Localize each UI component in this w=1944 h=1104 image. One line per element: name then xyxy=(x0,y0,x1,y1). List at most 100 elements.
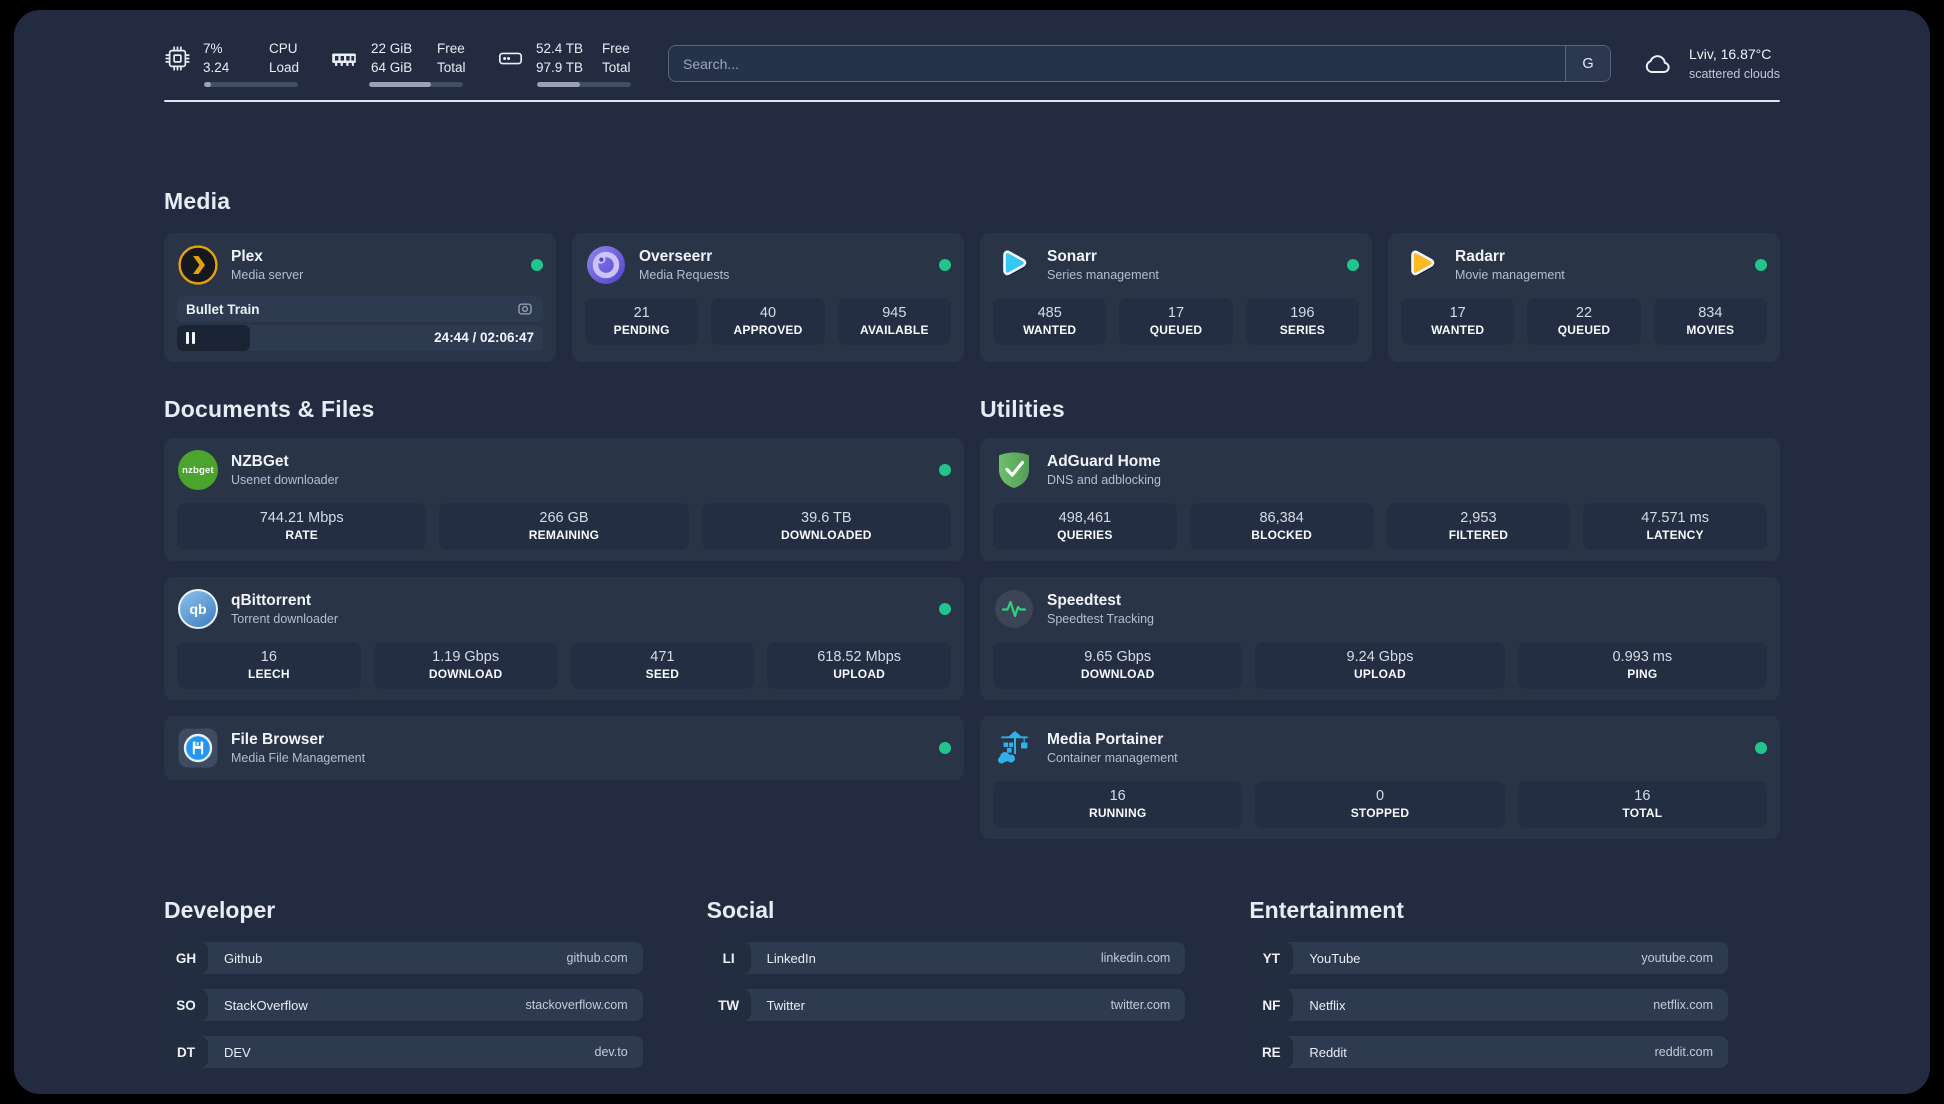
link-row-dev[interactable]: DT DEV dev.to xyxy=(164,1036,643,1069)
stat-tile: 1.19 Gbps DOWNLOAD xyxy=(373,642,558,690)
cpu-load-label: Load xyxy=(269,60,300,76)
link-row-netflix[interactable]: NF Netflix netflix.com xyxy=(1249,989,1728,1022)
stat-value: 16 xyxy=(1634,788,1651,805)
search-engine-button[interactable]: G xyxy=(1564,46,1610,82)
stat-value: 0.993 ms xyxy=(1612,649,1673,666)
app-card-sonarr[interactable]: Sonarr Series management 485 WANTED 17 QUE… xyxy=(980,233,1372,363)
overseerr-icon xyxy=(585,244,627,286)
app-card-adguard[interactable]: AdGuard Home DNS and adblocking 498,461 Q… xyxy=(980,438,1780,562)
app-card-qbittorrent[interactable]: qb qBittorrent Torrent downloader 16 LEEC… xyxy=(164,577,964,701)
stat-label: WANTED xyxy=(1023,323,1077,338)
app-description: Usenet downloader xyxy=(231,473,339,488)
link-row-reddit[interactable]: RE Reddit reddit.com xyxy=(1249,1036,1728,1069)
link-row-stackoverflow[interactable]: SO StackOverflow stackoverflow.com xyxy=(164,989,643,1022)
app-card-radarr[interactable]: Radarr Movie management 17 WANTED 22 QUEUE… xyxy=(1388,233,1780,363)
stat-tile: 266 GB REMAINING xyxy=(439,503,689,551)
stat-label: FILTERED xyxy=(1448,528,1509,543)
stat-label: UPLOAD xyxy=(833,667,886,682)
link-row-linkedin[interactable]: LI LinkedIn linkedin.com xyxy=(706,942,1186,975)
cpu-usage-value: 7% xyxy=(203,41,223,56)
link-tag: RE xyxy=(1249,1036,1294,1069)
stat-tile: 21 PENDING xyxy=(585,298,699,346)
stat-label: PENDING xyxy=(613,323,670,338)
link-name: Github xyxy=(224,950,263,966)
app-name: Sonarr xyxy=(1047,248,1097,266)
app-description: Speedtest Tracking xyxy=(1047,612,1155,627)
stat-value: 0 xyxy=(1375,788,1385,805)
app-name: Media Portainer xyxy=(1047,731,1164,749)
link-url: reddit.com xyxy=(1654,1045,1713,1060)
stat-label: RUNNING xyxy=(1088,806,1147,821)
cpu-load-value: 3.24 xyxy=(203,60,230,76)
nzbget-icon-text: nzbget xyxy=(178,450,218,491)
link-tag: SO xyxy=(164,989,208,1022)
app-name: qBittorrent xyxy=(231,592,312,610)
link-row-github[interactable]: GH Github github.com xyxy=(164,942,643,975)
pause-icon[interactable] xyxy=(186,332,195,345)
app-card-portainer[interactable]: Media Portainer Container management 16 R… xyxy=(980,716,1780,840)
memory-free-label: Free xyxy=(437,41,465,56)
stat-label: AVAILABLE xyxy=(859,323,929,338)
stat-value: 40 xyxy=(759,305,777,322)
stat-value: 21 xyxy=(633,305,650,322)
stat-value: 17 xyxy=(1167,305,1185,322)
app-card-speedtest[interactable]: Speedtest Speedtest Tracking 9.65 Gbps DO… xyxy=(980,577,1780,701)
memory-total-label: Total xyxy=(437,60,466,76)
search-input[interactable] xyxy=(669,46,1565,82)
link-row-youtube[interactable]: YT YouTube youtube.com xyxy=(1249,942,1728,975)
link-row-twitter[interactable]: TW Twitter twitter.com xyxy=(706,989,1186,1022)
weather-condition: scattered clouds xyxy=(1688,66,1780,81)
stat-label: DOWNLOAD xyxy=(1080,667,1155,682)
cpu-stat: 7% 3.24 CPU Load xyxy=(164,40,303,88)
disk-total-label: Total xyxy=(602,60,631,76)
stat-tile: 16 TOTAL xyxy=(1517,781,1767,829)
stat-tile: 86,384 BLOCKED xyxy=(1189,503,1374,551)
disk-stat: 52.4 TB 97.9 TB Free Total xyxy=(497,40,636,88)
utilities-column: Utilities AdGuard Home DNS and adblockin… xyxy=(980,396,1780,840)
app-name: NZBGet xyxy=(231,453,289,471)
dashboard-page: 7% 3.24 CPU Load 22 GiB 64 GiB Free Tota… xyxy=(14,10,1930,1094)
stat-tile: 498,461 QUERIES xyxy=(993,503,1177,551)
app-card-nzbget[interactable]: nzbget NZBGet Usenet downloader 744.21 M… xyxy=(164,438,964,562)
stat-tile: 0.993 ms PING xyxy=(1517,642,1767,690)
stat-value: 744.21 Mbps xyxy=(259,510,344,527)
app-description: Movie management xyxy=(1455,268,1565,283)
stat-tile: 17 WANTED xyxy=(1401,298,1515,346)
cpu-progress-bar xyxy=(204,82,298,88)
stat-value: 945 xyxy=(882,305,907,322)
stat-label: LEECH xyxy=(248,667,290,682)
link-group-social: Social LI LinkedIn linkedin.com TW Twitt… xyxy=(706,897,1186,1068)
link-url: youtube.com xyxy=(1641,951,1713,966)
stat-value: 2,953 xyxy=(1460,510,1497,527)
stat-tile: 485 WANTED xyxy=(993,298,1107,346)
stat-value: 498,461 xyxy=(1058,510,1112,527)
status-dot xyxy=(939,259,951,272)
stat-label: QUEUED xyxy=(1149,323,1203,338)
stat-label: APPROVED xyxy=(733,323,803,338)
stat-label: MOVIES xyxy=(1686,323,1735,338)
app-description: Media server xyxy=(231,268,304,283)
link-group-entertainment: Entertainment YT YouTube youtube.com NF … xyxy=(1249,897,1728,1069)
stat-value: 266 GB xyxy=(539,510,589,527)
app-card-filebrowser[interactable]: File Browser Media File Management xyxy=(164,716,964,781)
qbittorrent-icon-text: qb xyxy=(178,589,218,630)
stat-value: 86,384 xyxy=(1259,510,1304,527)
hard-drive-icon xyxy=(497,45,524,72)
app-description: Series management xyxy=(1047,268,1159,283)
search-bar: G xyxy=(668,45,1611,83)
stat-value: 9.24 Gbps xyxy=(1346,649,1414,666)
app-card-overseerr[interactable]: Overseerr Media Requests 21 PENDING 40 APP… xyxy=(572,233,964,363)
status-dot xyxy=(1755,742,1767,755)
radarr-icon xyxy=(1401,244,1443,286)
stat-label: RATE xyxy=(285,528,318,543)
app-card-plex[interactable]: Plex Media server Bullet Train 24:44 / 0… xyxy=(164,233,556,363)
link-url: dev.to xyxy=(594,1045,628,1060)
documents-column: Documents & Files nzbget NZBGet Usenet d… xyxy=(164,396,964,839)
app-name: AdGuard Home xyxy=(1047,453,1161,471)
disk-total-value: 97.9 TB xyxy=(536,60,584,76)
link-name: YouTube xyxy=(1309,950,1361,966)
status-dot xyxy=(531,259,543,272)
stat-tile: 945 AVAILABLE xyxy=(837,298,951,346)
app-description: Media Requests xyxy=(639,268,730,283)
app-name: Plex xyxy=(231,248,263,266)
